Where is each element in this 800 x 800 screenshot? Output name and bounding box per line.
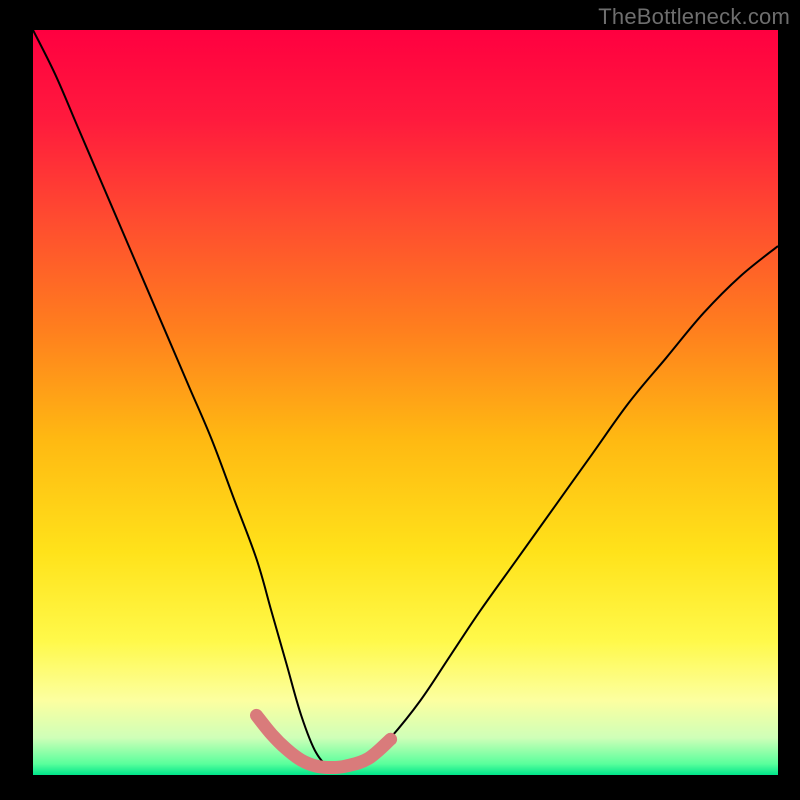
chart-frame: TheBottleneck.com — [0, 0, 800, 800]
gradient-background — [33, 30, 778, 775]
chart-svg — [33, 30, 778, 775]
watermark-text: TheBottleneck.com — [598, 4, 790, 30]
plot-area — [33, 30, 778, 775]
